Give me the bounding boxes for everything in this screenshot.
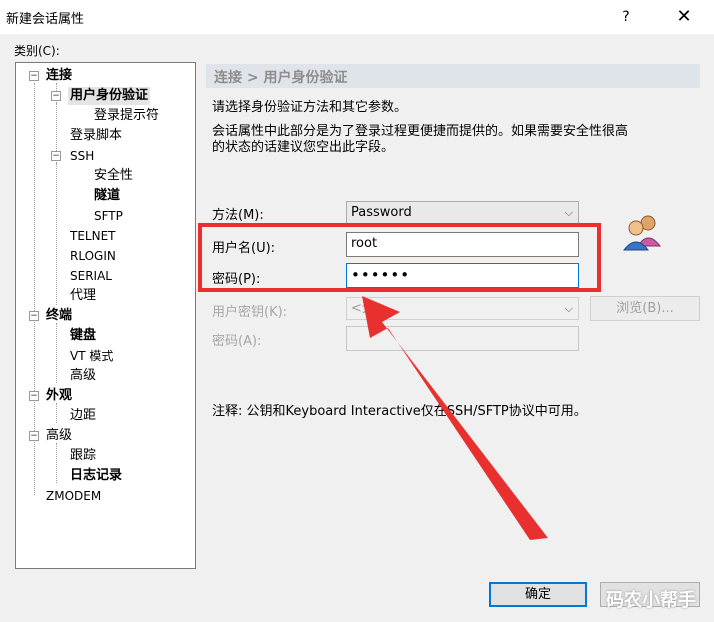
annotation-arrow [362,296,548,540]
arrow-shape [362,296,548,540]
watermark-text: 码农小帮手 [606,590,696,611]
